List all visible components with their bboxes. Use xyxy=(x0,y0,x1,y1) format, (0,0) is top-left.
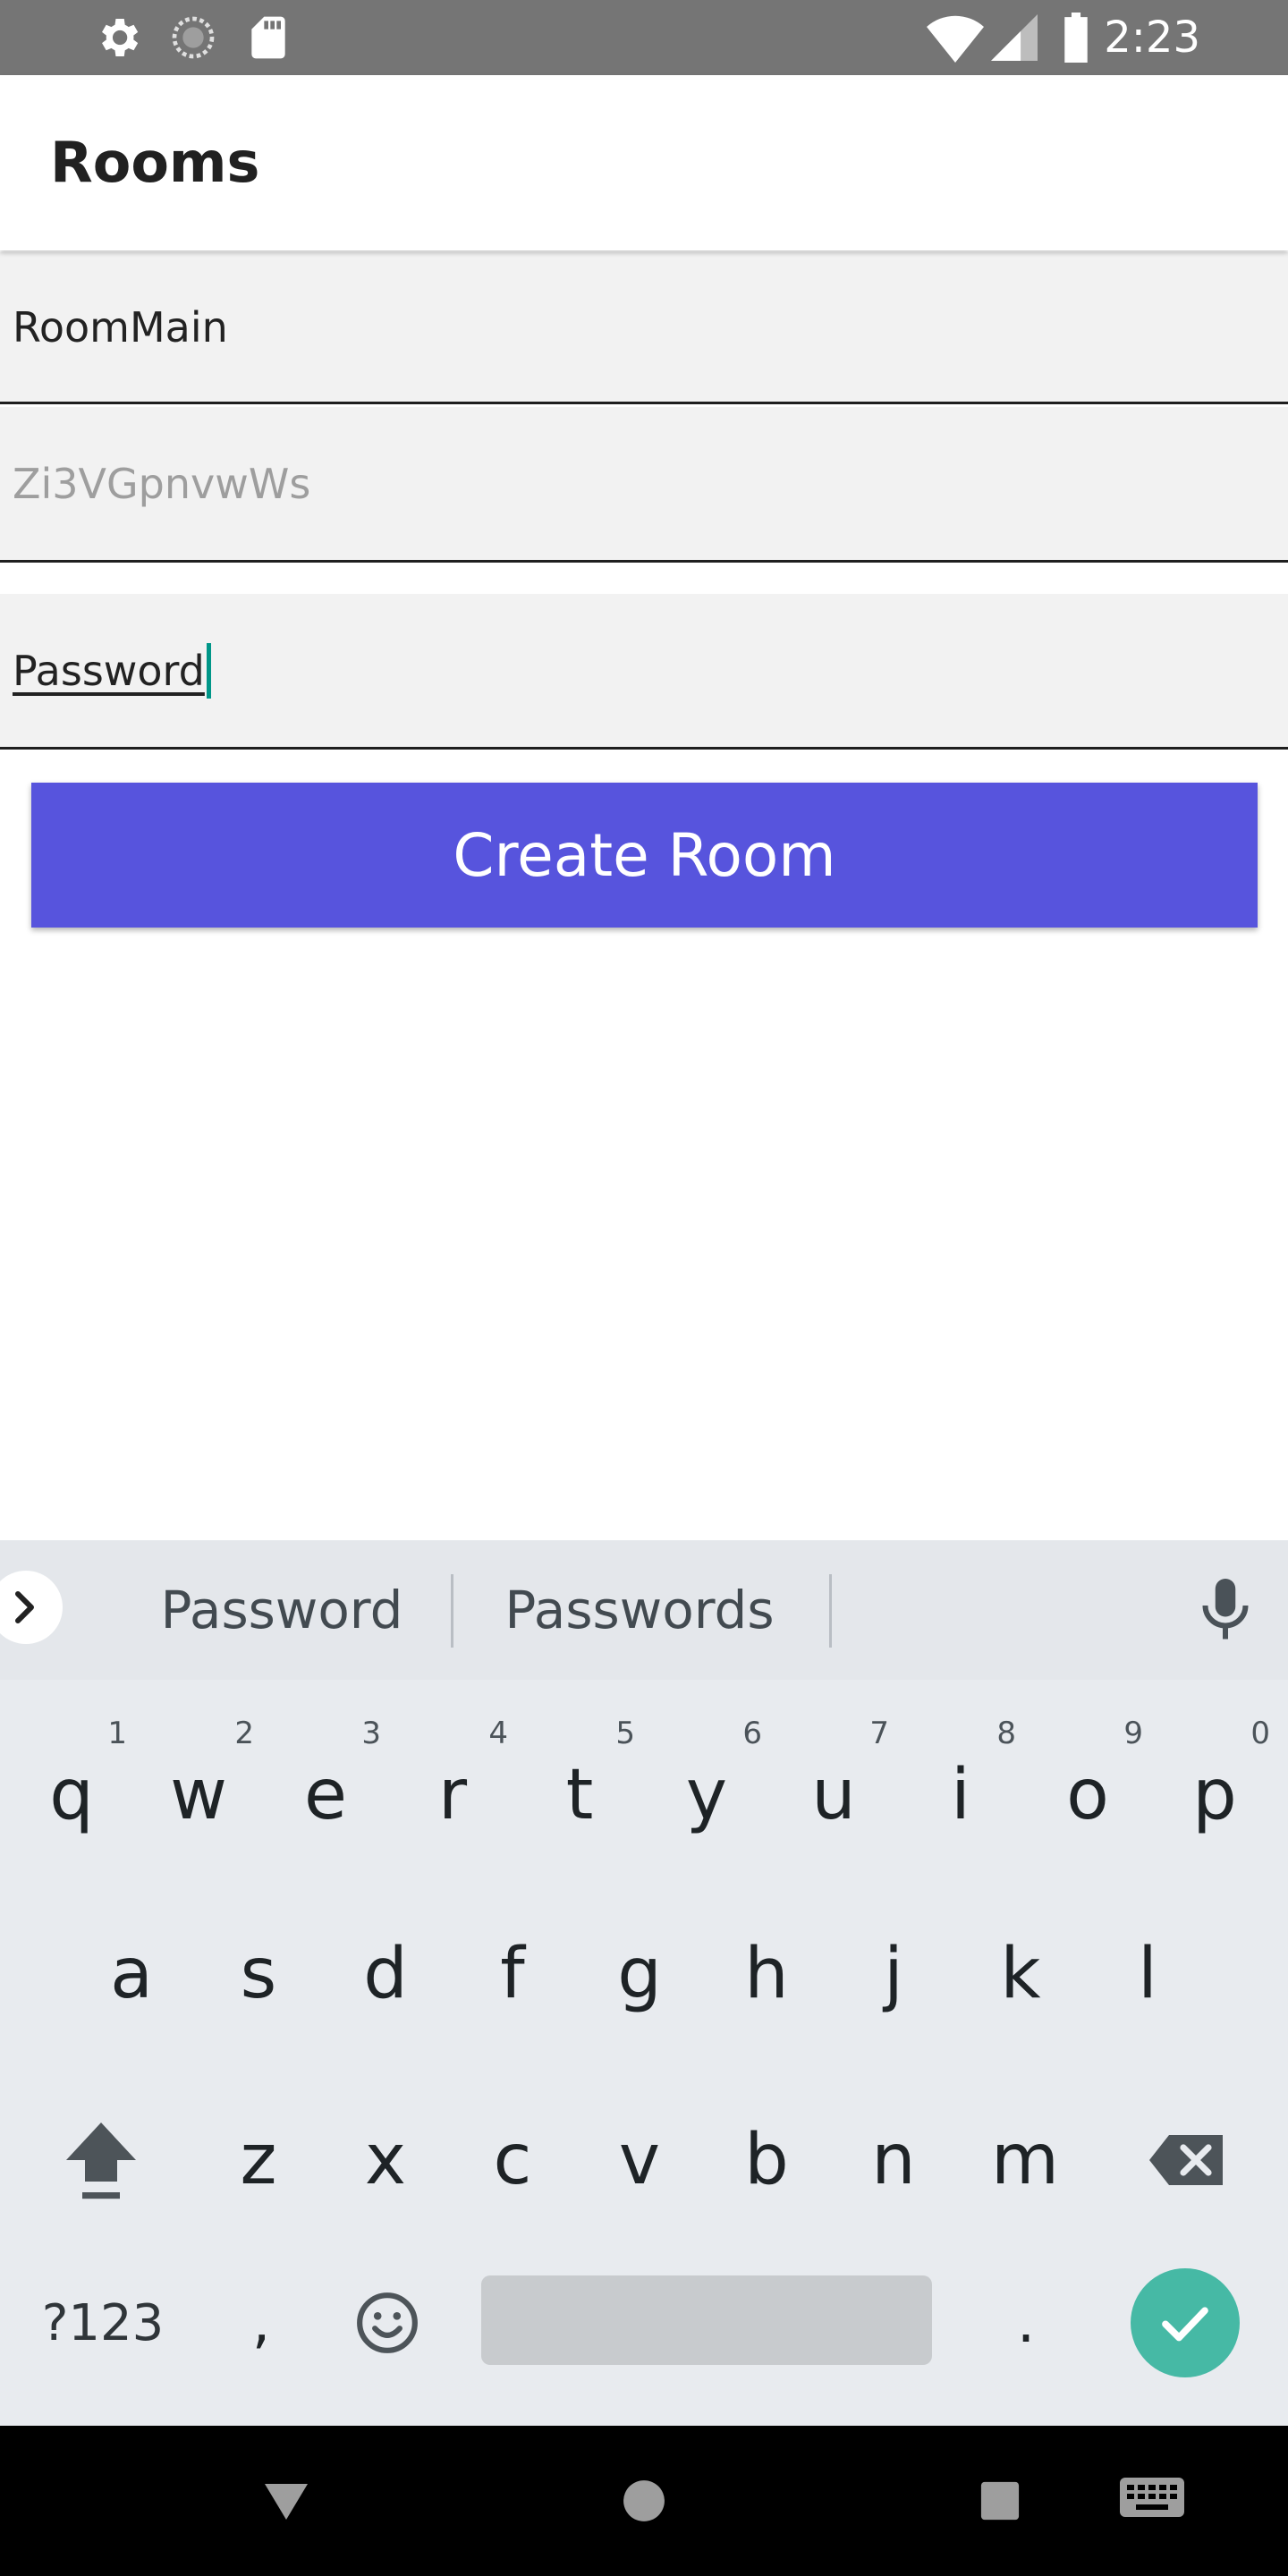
key-l[interactable]: l xyxy=(1084,1889,1211,2059)
suggestion-divider xyxy=(451,1574,453,1648)
home-button[interactable] xyxy=(599,2426,689,2576)
home-circle-icon xyxy=(623,2480,665,2521)
suggestion-strip: Password Passwords xyxy=(0,1540,1288,1680)
key-g[interactable]: g xyxy=(576,1889,703,2059)
key-z[interactable]: z xyxy=(195,2075,322,2245)
checkmark-icon xyxy=(1162,2307,1208,2342)
backspace-icon xyxy=(1149,2135,1223,2185)
key-b[interactable]: b xyxy=(703,2075,830,2245)
period-key[interactable]: . xyxy=(970,2256,1082,2390)
recents-button[interactable] xyxy=(955,2426,1045,2576)
key-label: o xyxy=(1066,1755,1109,1835)
key-j[interactable]: j xyxy=(830,1889,957,2059)
key-label: i xyxy=(951,1755,970,1835)
key-hint: 9 xyxy=(1123,1716,1143,1751)
text-cursor xyxy=(206,642,211,699)
battery-icon xyxy=(1061,13,1091,66)
key-e[interactable]: e3 xyxy=(263,1710,388,1880)
page-title: Rooms xyxy=(50,130,260,195)
key-p[interactable]: p0 xyxy=(1152,1710,1277,1880)
password-field[interactable]: Password xyxy=(0,594,1288,750)
key-label: w xyxy=(170,1755,227,1835)
room-name-field[interactable]: RoomMain xyxy=(0,252,1288,404)
password-value: Password xyxy=(13,646,205,695)
key-hint: 5 xyxy=(615,1716,635,1751)
key-y[interactable]: y6 xyxy=(644,1710,769,1880)
key-hint: 3 xyxy=(361,1716,381,1751)
key-w[interactable]: w2 xyxy=(136,1710,261,1880)
settings-icon xyxy=(93,13,143,66)
status-time: 2:23 xyxy=(1104,13,1200,63)
key-t[interactable]: t5 xyxy=(517,1710,642,1880)
keyboard-switcher-button[interactable] xyxy=(1098,2426,1206,2576)
symbols-key[interactable]: ?123 xyxy=(18,2256,188,2390)
suggestion-divider xyxy=(829,1574,832,1648)
key-hint: 8 xyxy=(996,1716,1016,1751)
wifi-icon xyxy=(927,13,984,66)
sd-card-icon xyxy=(243,13,293,66)
password-input-content: Password xyxy=(13,594,211,747)
key-c[interactable]: c xyxy=(449,2075,576,2245)
navigation-bar xyxy=(0,2426,1288,2576)
key-label: r xyxy=(437,1755,468,1835)
key-h[interactable]: h xyxy=(703,1889,830,2059)
back-triangle-icon xyxy=(265,2484,308,2520)
shift-key[interactable] xyxy=(36,2075,166,2245)
key-label: y xyxy=(685,1755,728,1835)
key-label: p xyxy=(1192,1755,1237,1835)
key-o[interactable]: o9 xyxy=(1025,1710,1150,1880)
key-hint: 0 xyxy=(1250,1716,1270,1751)
space-bar[interactable] xyxy=(481,2275,932,2365)
suggestion-item[interactable]: Passwords xyxy=(465,1540,814,1680)
key-x[interactable]: x xyxy=(322,2075,449,2245)
app-bar: Rooms xyxy=(0,75,1288,250)
emoji-icon xyxy=(357,2292,418,2353)
key-hint: 7 xyxy=(869,1716,889,1751)
room-id-field[interactable]: Zi3VGpnvwWs xyxy=(0,407,1288,563)
key-label: u xyxy=(811,1755,856,1835)
soft-keyboard: Password Passwords q1 w2 e3 r4 t5 y6 u7 … xyxy=(0,1540,1288,2426)
room-id-placeholder: Zi3VGpnvwWs xyxy=(13,459,311,508)
status-bar: 2:23 xyxy=(0,0,1288,75)
key-r[interactable]: r4 xyxy=(390,1710,515,1880)
keyboard-icon xyxy=(1120,2478,1184,2517)
key-s[interactable]: s xyxy=(195,1889,322,2059)
key-d[interactable]: d xyxy=(322,1889,449,2059)
shift-icon xyxy=(66,2123,136,2199)
key-label: q xyxy=(49,1755,94,1835)
key-n[interactable]: n xyxy=(830,2075,957,2245)
key-hint: 2 xyxy=(234,1716,254,1751)
chevron-right-icon xyxy=(15,1591,34,1623)
key-hint: 1 xyxy=(107,1716,127,1751)
key-hint: 4 xyxy=(488,1716,508,1751)
key-v[interactable]: v xyxy=(576,2075,703,2245)
suggestion-item[interactable]: Password xyxy=(125,1540,438,1680)
create-room-button[interactable]: Create Room xyxy=(31,783,1258,928)
key-hint: 6 xyxy=(742,1716,762,1751)
expand-suggestions-button[interactable] xyxy=(0,1571,63,1644)
room-name-value: RoomMain xyxy=(13,302,228,352)
emoji-key[interactable] xyxy=(331,2256,444,2390)
key-u[interactable]: u7 xyxy=(771,1710,896,1880)
key-m[interactable]: m xyxy=(957,2075,1093,2245)
key-q[interactable]: q1 xyxy=(9,1710,134,1880)
comma-key[interactable]: , xyxy=(208,2256,315,2390)
backspace-key[interactable] xyxy=(1122,2075,1252,2245)
microphone-icon[interactable] xyxy=(1199,1576,1252,1648)
key-a[interactable]: a xyxy=(68,1889,195,2059)
cellular-signal-icon xyxy=(991,13,1038,66)
done-button[interactable] xyxy=(1131,2268,1240,2377)
key-k[interactable]: k xyxy=(957,1889,1084,2059)
key-f[interactable]: f xyxy=(449,1889,576,2059)
key-i[interactable]: i8 xyxy=(898,1710,1023,1880)
back-button[interactable] xyxy=(242,2426,331,2576)
key-label: e xyxy=(304,1755,347,1835)
recents-square-icon xyxy=(980,2481,1020,2521)
key-label: t xyxy=(565,1755,594,1835)
sync-icon xyxy=(168,13,218,66)
